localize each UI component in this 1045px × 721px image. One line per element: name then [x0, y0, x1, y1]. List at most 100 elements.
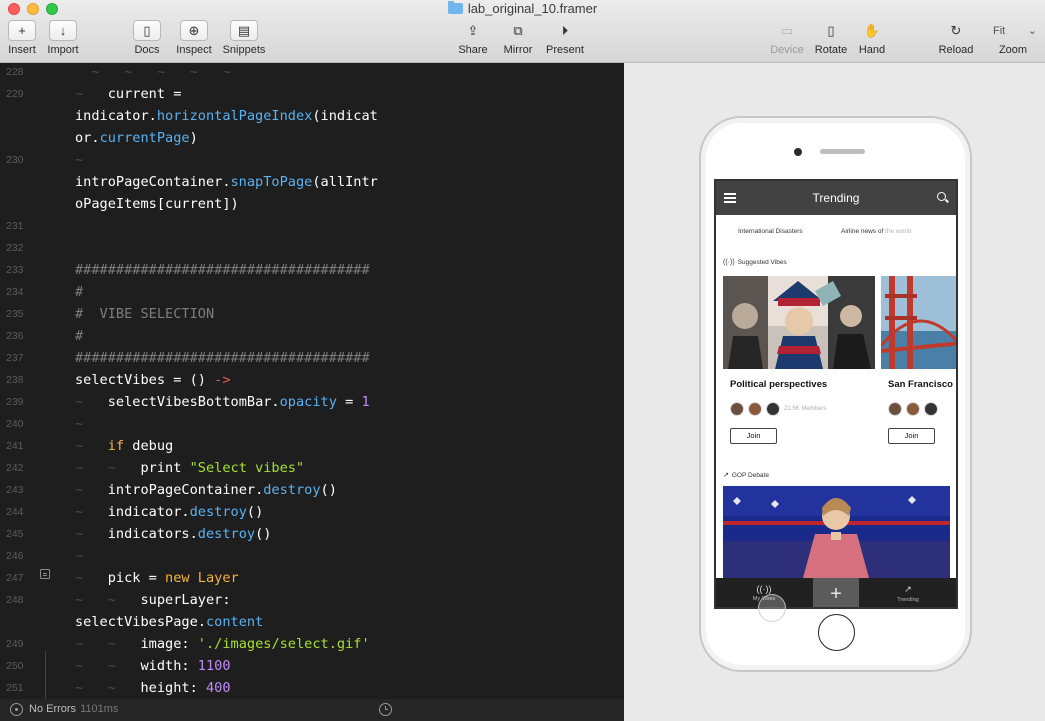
line-number: 242 [6, 462, 24, 474]
member-avatars [888, 400, 942, 418]
code-text: selectVibes = () -> [75, 369, 231, 391]
code-text: ~ ~ width: 1100 [75, 655, 231, 677]
code-token: horizontalPageIndex [156, 108, 313, 124]
code-text: oPageItems[current]) [75, 193, 239, 215]
hand-button[interactable]: ✋ Hand [855, 20, 889, 57]
inspect-label: Inspect [176, 44, 212, 56]
code-token: 1100 [197, 658, 231, 674]
line-number: 232 [6, 242, 24, 254]
code-text: ~ [75, 545, 83, 567]
vibe-card-title: San Francisco [888, 379, 953, 390]
fold-icon[interactable] [40, 569, 50, 579]
category-bar: International Disasters Airline news of … [716, 215, 956, 249]
close-window-button[interactable] [8, 3, 20, 15]
window-title: lab_original_10.framer [0, 1, 1045, 16]
zoom-window-button[interactable] [46, 3, 58, 15]
code-token: selectVibesPage. [75, 614, 206, 630]
target-icon[interactable] [10, 703, 23, 716]
home-button[interactable] [818, 614, 855, 651]
political-collage-image [723, 276, 875, 369]
share-label: Share [458, 44, 488, 56]
code-text: ~ ~ ~ ~ ~ [75, 63, 231, 83]
code-token: (allIntr [312, 174, 378, 190]
snippets-button[interactable]: ▤ Snippets [219, 20, 269, 56]
line-number: 245 [6, 528, 24, 540]
code-token: debug [124, 438, 174, 454]
plus-icon: + [8, 20, 36, 41]
line-number: 236 [6, 330, 24, 342]
golden-gate-image [881, 276, 956, 369]
clock-icon[interactable] [379, 703, 392, 716]
line-number: 247 [6, 572, 24, 584]
line-number: 239 [6, 396, 24, 408]
gop-debate-image[interactable] [723, 486, 950, 578]
code-text: ~ ~ superLayer: [75, 589, 231, 611]
avatar [906, 401, 920, 416]
present-button[interactable]: ⏵ Present [543, 20, 587, 57]
code-token: './images/select.gif' [197, 636, 370, 652]
code-token: ~ ~ ~ ~ ~ [75, 64, 231, 80]
code-text: # [75, 325, 83, 347]
code-token: ~ [75, 526, 108, 542]
crosshair-icon: ⊕ [180, 20, 208, 41]
code-token: current = [107, 86, 182, 102]
code-token: ~ [75, 482, 108, 498]
reload-label: Reload [938, 44, 974, 56]
line-number: 246 [6, 550, 24, 562]
docs-button[interactable]: ▯ Docs [130, 20, 164, 56]
code-editor[interactable]: 228 ~ ~ ~ ~ ~229 ~ current = indicator.hor… [0, 63, 624, 699]
add-vibe-button[interactable]: + [813, 578, 859, 607]
line-number: 228 [6, 66, 24, 78]
reload-button[interactable]: ↻ Reload [935, 20, 977, 57]
code-token: ~ [75, 438, 108, 454]
code-token: destroy [263, 482, 321, 498]
insert-button[interactable]: + Insert [4, 20, 40, 56]
mirror-button[interactable]: ⧉ Mirror [500, 20, 536, 57]
category-airline-news-label: Airline news of [841, 228, 884, 235]
tab-trending[interactable]: ↗ Trending [878, 578, 938, 607]
code-token: content [205, 614, 264, 630]
avatar [766, 401, 780, 416]
join-button[interactable]: Join [730, 428, 777, 444]
code-token: # VIBE SELECTION [75, 306, 215, 322]
code-text: ~ if debug [75, 435, 173, 457]
category-international-disasters[interactable]: International Disasters [738, 228, 803, 235]
toolbar: lab_original_10.framer + Insert ↓ Import… [0, 0, 1045, 63]
zoom-select[interactable]: Fit ⌄ [985, 20, 1041, 41]
inspect-button[interactable]: ⊕ Inspect [173, 20, 215, 56]
code-text: selectVibesPage.content [75, 611, 263, 633]
code-text: # [75, 281, 83, 303]
code-token: height: [140, 680, 206, 696]
code-token: 400 [205, 680, 231, 696]
code-text: ~ indicators.destroy() [75, 523, 271, 545]
search-icon[interactable] [937, 192, 946, 201]
import-button[interactable]: ↓ Import [44, 20, 82, 56]
code-token: ~ ~ [75, 460, 141, 476]
line-number: 235 [6, 308, 24, 320]
code-token: destroy [197, 526, 256, 542]
share-button[interactable]: ⇪ Share [455, 20, 491, 57]
zoom-control[interactable]: Fit ⌄ Zoom [984, 20, 1042, 57]
line-number: 248 [6, 594, 24, 606]
device-label: Device [770, 44, 804, 56]
vibe-card-title: Political perspectives [730, 379, 828, 390]
vibe-card-political[interactable]: Political perspectives 21.5K Members Joi… [723, 276, 875, 453]
device-button[interactable]: ▭ Device [768, 20, 806, 57]
code-text: ~ ~ print "Select vibes" [75, 457, 304, 479]
code-token: ~ [75, 570, 108, 586]
broadcast-icon: ((·)) [756, 584, 772, 594]
code-token: ~ ~ [75, 636, 141, 652]
minimize-window-button[interactable] [27, 3, 39, 15]
reload-icon: ↻ [950, 22, 962, 38]
code-text: ~ ~ image: './images/select.gif' [75, 633, 370, 655]
category-airline-news[interactable]: Airline news of the world [841, 228, 911, 235]
trending-icon: ↗ [904, 584, 912, 594]
line-number: 240 [6, 418, 24, 430]
code-token: ~ ~ [75, 658, 141, 674]
code-token: ) [189, 130, 198, 146]
line-number: 231 [6, 220, 24, 232]
vibe-card-san-francisco[interactable]: San Francisco Join [881, 276, 956, 453]
join-button[interactable]: Join [888, 428, 935, 444]
line-number: 251 [6, 682, 24, 694]
rotate-button[interactable]: ▯ Rotate [812, 20, 850, 57]
